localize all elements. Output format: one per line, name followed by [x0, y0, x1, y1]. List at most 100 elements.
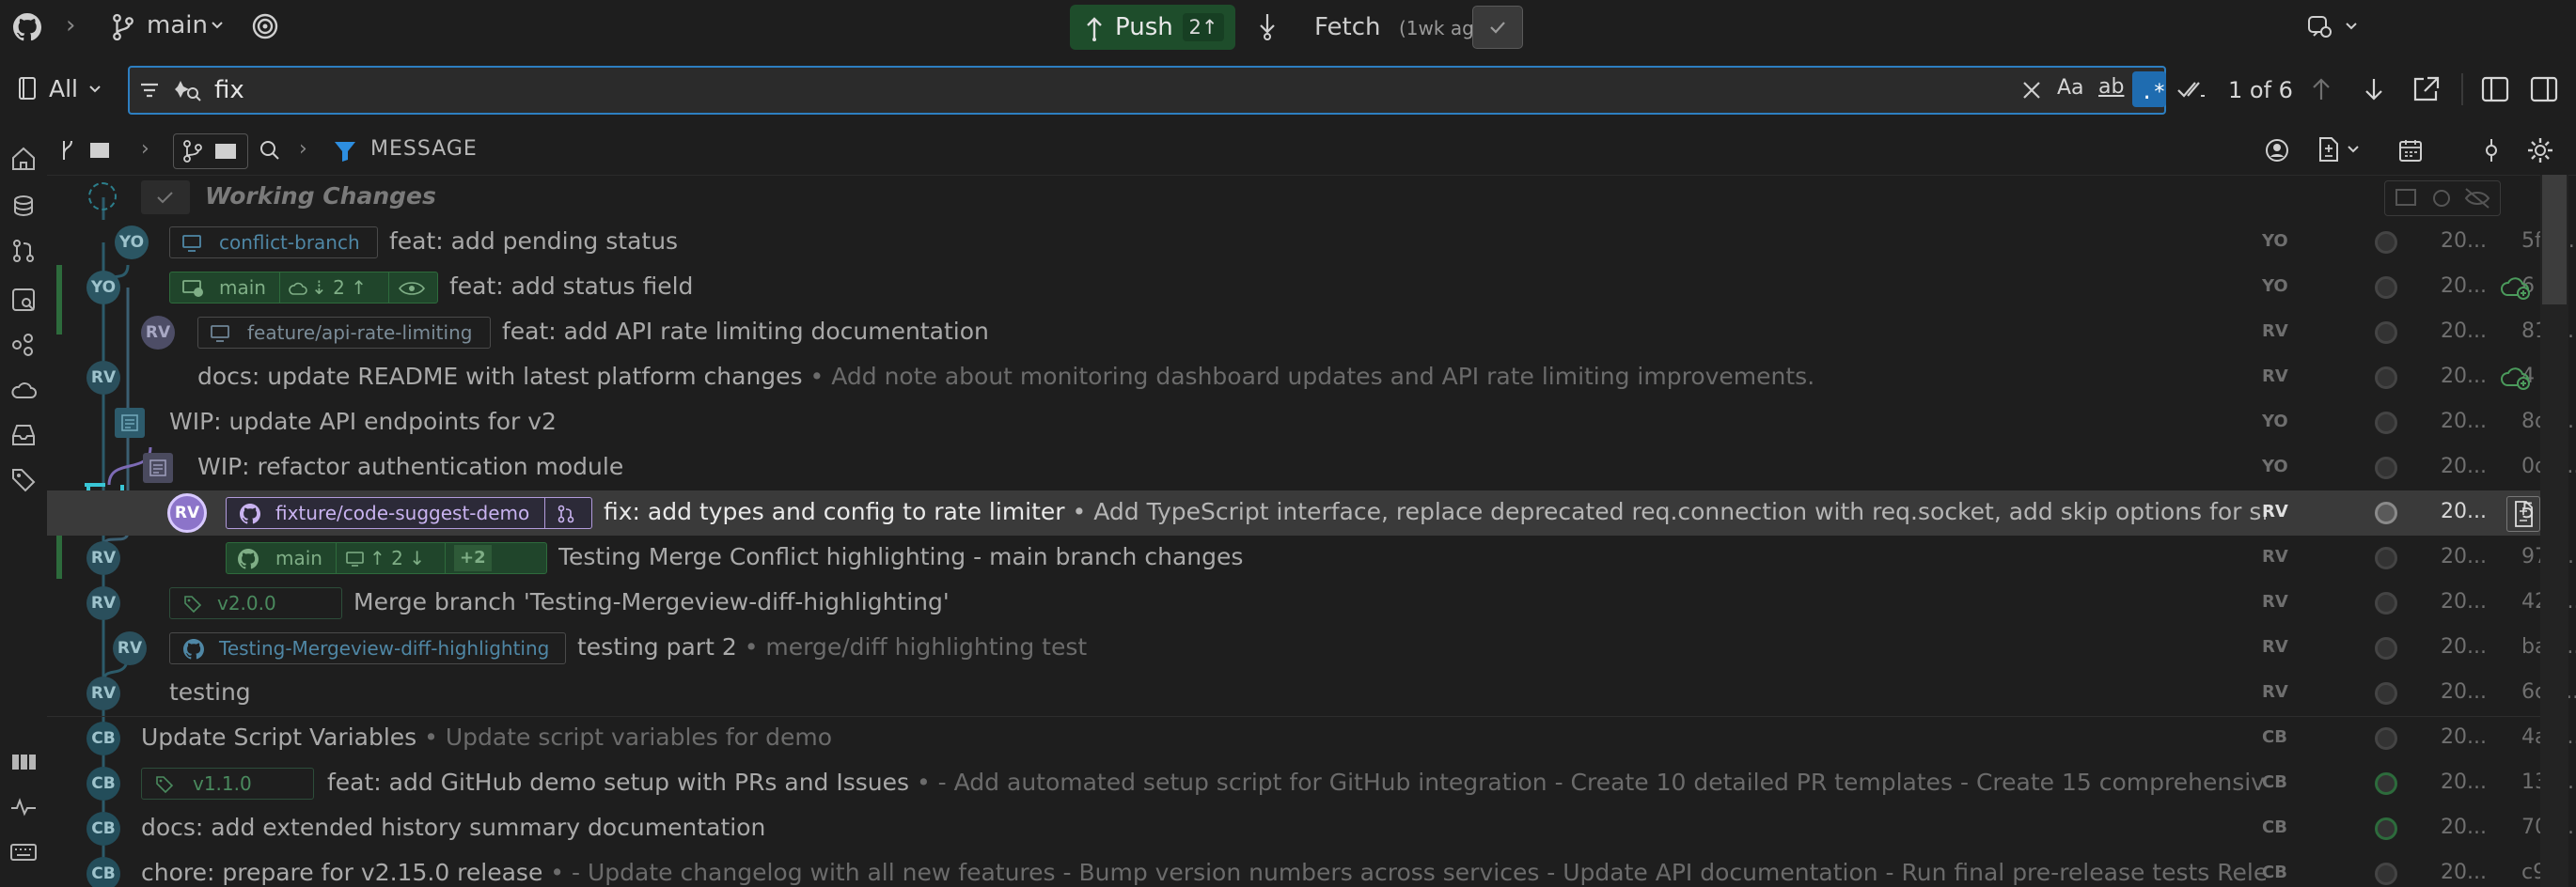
commit-row[interactable]: RV v2.0.0 Merge branch 'Testing-Mergevie…	[47, 581, 2576, 626]
branch-tag-main[interactable]: main ↑ 2 ↓ +2	[226, 542, 547, 574]
toggle-left-panel-icon[interactable]	[2480, 75, 2510, 103]
commit-row[interactable]: RV feature/api-rate-limiting feat: add A…	[47, 310, 2576, 355]
graph-column-icon[interactable]	[58, 137, 115, 163]
pull-requests-icon[interactable]	[9, 237, 38, 265]
commit-row[interactable]: RV docs: update README with latest platf…	[47, 355, 2540, 400]
keyboard-icon[interactable]	[9, 838, 38, 866]
filter-funnel-icon[interactable]	[333, 139, 357, 163]
clear-search-icon[interactable]	[2019, 78, 2044, 102]
branch-tag[interactable]: fixture/code-suggest-demo	[226, 497, 592, 529]
commit-row[interactable]: YO conflict-branch feat: add pending sta…	[47, 220, 2575, 265]
settings-gear-icon[interactable]	[2525, 135, 2555, 165]
version-tag[interactable]: v1.1.0	[141, 768, 314, 800]
eye-off-icon[interactable]	[398, 280, 426, 297]
commit-description: • Update script variables for demo	[424, 724, 832, 751]
chevron-down-icon[interactable]	[211, 21, 224, 30]
repositories-icon[interactable]	[9, 192, 38, 220]
fetch-button[interactable]: Fetch	[1314, 13, 1381, 41]
scope-select[interactable]: All	[49, 75, 78, 102]
tag-divider	[279, 272, 280, 303]
github-icon	[183, 639, 204, 660]
ai-assist-icon[interactable]	[2305, 13, 2358, 41]
cloud-icon[interactable]	[9, 376, 38, 404]
commit-message: feat: add GitHub demo setup with PRs and…	[327, 769, 910, 796]
push-button[interactable]: Push 2↑	[1070, 5, 1235, 50]
changes-column-icon[interactable]	[2317, 135, 2364, 163]
avatar: RV	[141, 316, 175, 350]
tag-icon[interactable]	[9, 466, 38, 494]
commit-row[interactable]: RV testing RV 20... 6c9...	[47, 671, 2576, 716]
commit-column-icon[interactable]	[2478, 137, 2505, 163]
tag-label: feature/api-rate-limiting	[247, 321, 473, 344]
avatar: CB	[86, 722, 120, 755]
commit-date: 20...	[2441, 680, 2487, 704]
author-initials: RV	[2262, 637, 2288, 657]
commit-message: Merge branch 'Testing-Mergeview-diff-hig…	[353, 588, 950, 615]
filter-lines-icon[interactable]	[137, 77, 162, 103]
wip-actions[interactable]	[2384, 180, 2501, 216]
regex-toggle[interactable]: .*	[2132, 71, 2166, 107]
change-indicator	[2375, 863, 2397, 885]
tag-label: Testing-Mergeview-diff-highlighting	[219, 637, 550, 660]
cloud-add-icon[interactable]	[2501, 365, 2533, 391]
stash-row[interactable]: WIP: refactor authentication module YO 2…	[47, 445, 2576, 490]
chevron-right-icon: ›	[66, 11, 76, 39]
previous-match-icon[interactable]	[2309, 75, 2333, 103]
branch-column-icon[interactable]	[173, 133, 248, 169]
commit-row[interactable]: CB Update Script Variables • Update scri…	[47, 716, 2576, 761]
open-external-icon[interactable]	[2411, 75, 2441, 103]
working-changes-label: Working Changes	[205, 182, 436, 210]
panels-icon[interactable]	[9, 748, 38, 776]
branch-tag[interactable]: Testing-Mergeview-diff-highlighting	[169, 632, 566, 664]
change-indicator	[2375, 547, 2397, 569]
activity-pulse-icon[interactable]	[9, 793, 38, 821]
repo-scope-icon[interactable]	[17, 75, 38, 101]
commit-row[interactable]: CB chore: prepare for v2.15.0 release • …	[47, 851, 2540, 887]
commit-date: 20...	[2441, 410, 2487, 433]
commit-row[interactable]: CB v1.1.0 feat: add GitHub demo setup wi…	[47, 761, 2576, 806]
home-icon[interactable]	[9, 145, 38, 173]
next-match-icon[interactable]	[2362, 75, 2386, 103]
issues-icon[interactable]	[9, 286, 38, 314]
scope-chevron-down-icon[interactable]	[88, 85, 102, 94]
header-chevron-icon: ›	[141, 137, 149, 161]
inbox-icon[interactable]	[9, 421, 38, 449]
branch-tag-main[interactable]: main ⇣ 2 ↑	[169, 272, 438, 303]
target-icon[interactable]	[250, 11, 280, 41]
branch-name[interactable]: main	[147, 11, 208, 39]
working-changes-row[interactable]: Working Changes	[47, 175, 2540, 220]
github-icon[interactable]	[13, 13, 41, 41]
tag-label: v1.1.0	[193, 772, 252, 795]
select-all-matches-icon[interactable]	[2175, 75, 2207, 103]
stage-check-icon[interactable]	[141, 180, 190, 214]
whole-word-toggle[interactable]: ab	[2098, 75, 2124, 99]
fetch-icon[interactable]	[1256, 11, 1279, 41]
search-icon[interactable]	[258, 137, 282, 163]
check-button[interactable]	[1472, 6, 1523, 49]
cloud-add-icon[interactable]	[2501, 274, 2533, 301]
date-column-icon[interactable]	[2397, 137, 2424, 163]
scrollbar-thumb[interactable]	[2542, 175, 2567, 304]
change-indicator	[2375, 276, 2397, 299]
extra-refs-badge[interactable]: +2	[454, 545, 492, 571]
search-input[interactable]	[214, 75, 2001, 105]
branch-tag[interactable]: conflict-branch	[169, 226, 378, 258]
toggle-right-panel-icon[interactable]	[2529, 75, 2559, 103]
commit-row-selected[interactable]: RV fixture/code-suggest-demo fix: add ty…	[47, 490, 2540, 536]
cloud-icon	[289, 282, 307, 295]
filter-label: MESSAGE	[370, 137, 478, 161]
commit-row[interactable]: RV Testing-Mergeview-diff-highlighting t…	[47, 626, 2576, 671]
commit-row[interactable]: CB docs: add extended history summary do…	[47, 806, 2576, 851]
version-tag[interactable]: v2.0.0	[169, 587, 342, 619]
commit-row[interactable]: RV main ↑ 2 ↓ +2 Testing Merge Conflict …	[47, 536, 2576, 581]
search-mode-icon[interactable]	[175, 77, 203, 103]
stash-row[interactable]: WIP: update API endpoints for v2 YO 20..…	[47, 400, 2576, 445]
match-case-toggle[interactable]: Aa	[2057, 76, 2084, 100]
branch-tag[interactable]: feature/api-rate-limiting	[197, 317, 491, 349]
commit-message: docs: add extended history summary docum…	[141, 814, 766, 841]
author-initials: CB	[2262, 817, 2287, 837]
workspaces-icon[interactable]	[9, 331, 38, 359]
commit-row[interactable]: YO main ⇣ 2 ↑ feat: add status field YO …	[47, 265, 2540, 310]
changes-file-icon[interactable]	[2506, 496, 2540, 532]
author-column-icon[interactable]	[2264, 137, 2290, 163]
